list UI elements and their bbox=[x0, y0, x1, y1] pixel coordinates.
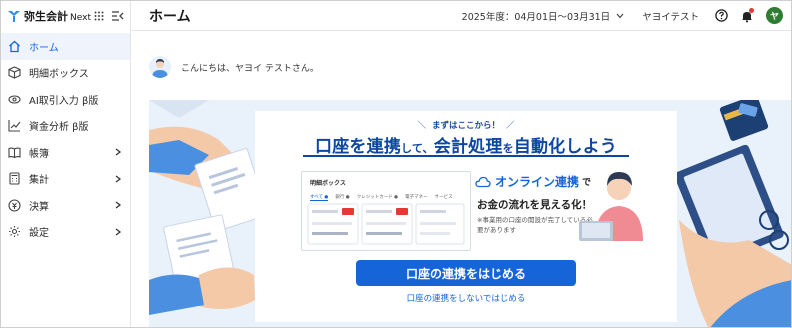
brand-bar: 弥生会計 Next bbox=[1, 1, 130, 31]
gear-icon bbox=[7, 225, 21, 239]
online-label: オンライン連携 bbox=[495, 175, 580, 189]
sidebar-item-fund-analysis[interactable]: 資金分析 β版 bbox=[1, 113, 130, 140]
assistant-avatar bbox=[149, 56, 171, 78]
chevron-right-icon bbox=[114, 228, 122, 236]
box-icon bbox=[7, 66, 21, 80]
sidebar-item-books[interactable]: 帳簿 bbox=[1, 139, 130, 166]
app-window: 弥生会計 Next ホーム 明細ボックス AI取引入力 β版 資金分析 β版 帳… bbox=[0, 0, 792, 328]
yayoi-logo-icon bbox=[7, 9, 21, 23]
banner-headline: 口座を連携して、会計処理を自動化しよう bbox=[315, 137, 617, 157]
company-name[interactable]: ヤヨイテスト bbox=[642, 9, 699, 23]
onboarding-banner: ＼ まずはここから！／ 口座を連携して、会計処理を自動化しよう 明細ボックス すべ… bbox=[149, 100, 791, 327]
help-icon[interactable] bbox=[715, 9, 728, 22]
chevron-right-icon bbox=[114, 175, 122, 183]
settlement-icon bbox=[7, 198, 21, 212]
home-icon bbox=[7, 39, 21, 53]
fiscal-period-text: 2025年度：04月01日〜03月31日 bbox=[461, 11, 611, 23]
chevron-down-icon bbox=[616, 13, 624, 18]
greeting: こんにちは、ヤヨイ テストさん。 bbox=[149, 56, 319, 78]
headline-underline bbox=[303, 155, 629, 157]
sidebar-item-label: 設定 bbox=[29, 228, 49, 240]
top-header: ホーム 2025年度：04月01日〜03月31日 ヤヨイテスト ヤ bbox=[131, 1, 791, 31]
sidebar-item-label: 決算 bbox=[29, 201, 49, 213]
banner-tagline: ＼ まずはここから！／ bbox=[417, 121, 515, 131]
sidebar-item-label: ホーム bbox=[29, 42, 59, 54]
collapse-sidebar-icon[interactable] bbox=[112, 11, 124, 21]
sidebar-item-ai-entry[interactable]: AI取引入力 β版 bbox=[1, 86, 130, 113]
sidebar-item-label: 資金分析 β版 bbox=[29, 122, 89, 134]
detail-box-mockup: 明細ボックス すべて ● 銀行 ● クレジットカード ● 電子マネー サービス bbox=[301, 171, 471, 251]
person-illustration bbox=[579, 172, 643, 241]
book-icon bbox=[7, 145, 21, 159]
sidebar-item-settings[interactable]: 設定 bbox=[1, 219, 130, 246]
calculator-icon bbox=[7, 172, 21, 186]
cloud-icon bbox=[475, 176, 491, 187]
banner-card: ＼ まずはここから！／ 口座を連携して、会計処理を自動化しよう 明細ボックス すべ… bbox=[255, 111, 677, 322]
skip-link[interactable]: 口座の連携をしないではじめる bbox=[255, 292, 677, 304]
chevron-right-icon bbox=[114, 148, 122, 156]
sidebar-item-label: 帳簿 bbox=[29, 148, 49, 160]
flow-text: お金の流れを見える化！ bbox=[477, 199, 593, 211]
start-link-button[interactable]: 口座の連携をはじめる bbox=[356, 260, 576, 286]
trend-chart-icon bbox=[7, 119, 21, 133]
sidebar-item-settlement[interactable]: 決算 bbox=[1, 192, 130, 219]
brand-name: 弥生会計 Next bbox=[24, 10, 91, 23]
sidebar-item-detail-box[interactable]: 明細ボックス bbox=[1, 60, 130, 87]
sidebar-item-label: 集計 bbox=[29, 175, 49, 187]
ai-eye-icon bbox=[7, 92, 21, 106]
mock-cards bbox=[307, 203, 465, 245]
page-title: ホーム bbox=[149, 8, 191, 25]
sidebar-item-label: AI取引入力 β版 bbox=[29, 95, 99, 107]
notification-dot bbox=[749, 7, 754, 13]
sidebar-item-label: 明細ボックス bbox=[29, 69, 89, 81]
sidebar-nav: ホーム 明細ボックス AI取引入力 β版 資金分析 β版 帳簿 集計 決算 設定 bbox=[1, 33, 130, 245]
notification-bell-icon[interactable] bbox=[740, 7, 754, 23]
chevron-right-icon bbox=[114, 201, 122, 209]
online-link-text: オンライン連携で bbox=[475, 173, 591, 190]
sidebar: 弥生会計 Next ホーム 明細ボックス AI取引入力 β版 資金分析 β版 帳… bbox=[1, 1, 131, 327]
user-avatar[interactable]: ヤ bbox=[766, 7, 783, 24]
main-content: こんにちは、ヤヨイ テストさん。 ＼ まずはここから！ ／ 口座を連携して、会計… bbox=[131, 32, 791, 327]
greeting-text: こんにちは、ヤヨイ テストさん。 bbox=[181, 63, 319, 74]
fiscal-period-selector[interactable]: 2025年度：04月01日〜03月31日 bbox=[462, 9, 625, 23]
sidebar-item-home[interactable]: ホーム bbox=[1, 33, 130, 60]
app-grid-icon[interactable] bbox=[94, 11, 104, 21]
sidebar-item-summary[interactable]: 集計 bbox=[1, 166, 130, 193]
